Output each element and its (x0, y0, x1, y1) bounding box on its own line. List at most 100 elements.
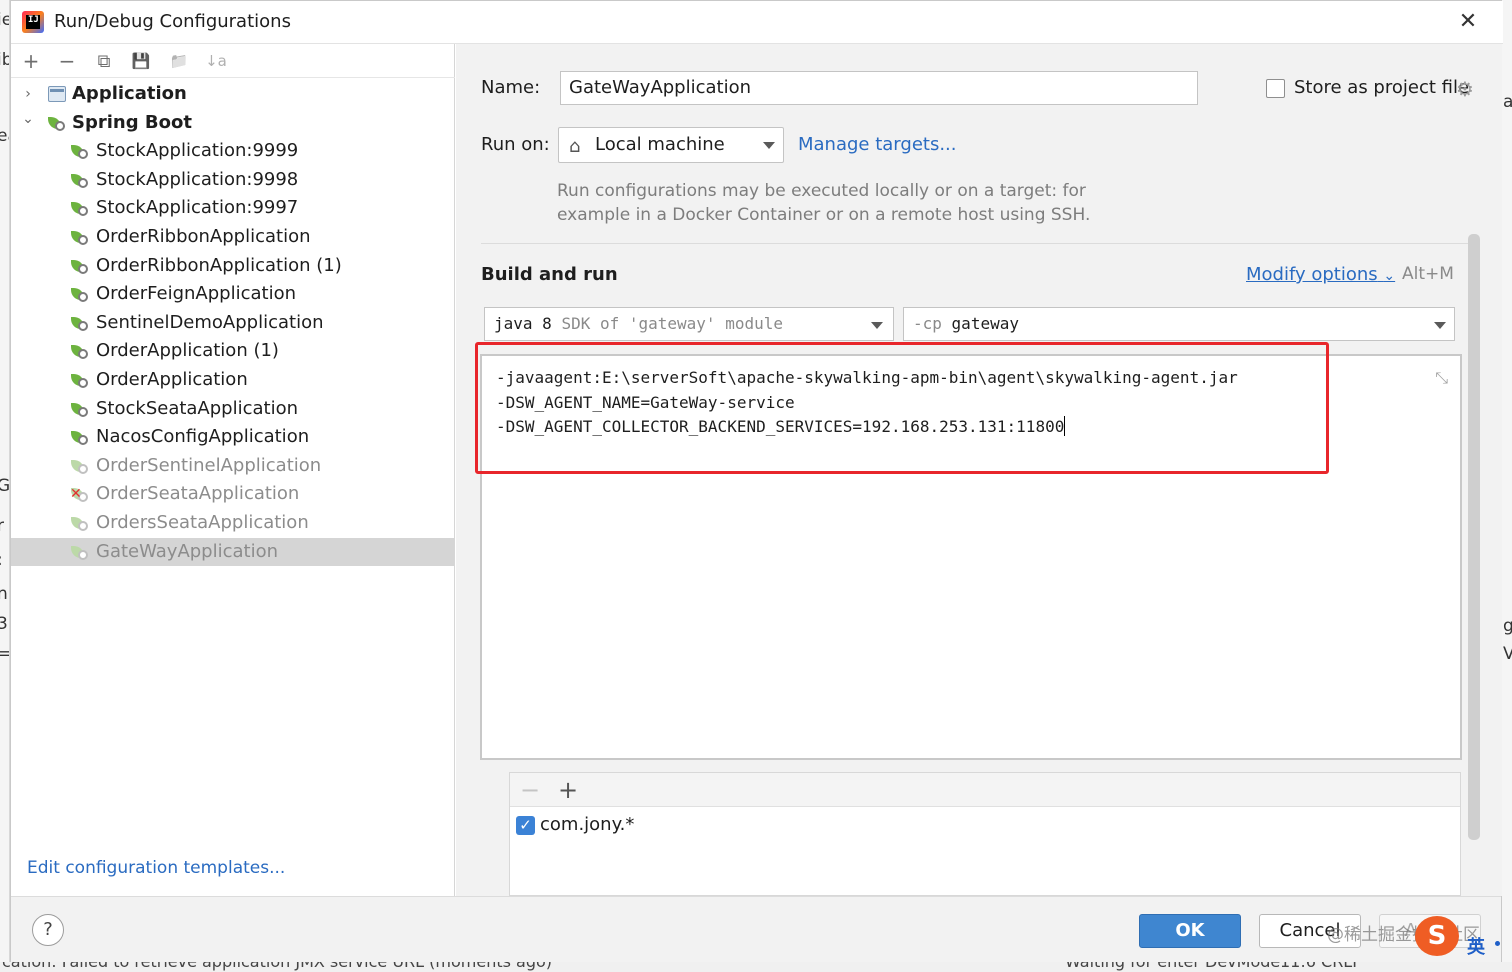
tree-item-label: OrdersSeataApplication (96, 512, 309, 533)
tree-item-nacosconfigapplication[interactable]: NacosConfigApplication (11, 423, 454, 451)
hint-line: example in a Docker Container or on a re… (557, 205, 1091, 225)
sogou-ime-icon[interactable]: S (1415, 916, 1459, 956)
close-button[interactable]: ✕ (1455, 9, 1481, 35)
spring-boot-icon (71, 259, 88, 274)
remove-package-button[interactable]: − (520, 777, 540, 803)
ime-dot-icon (1495, 941, 1500, 946)
chevron-down-icon (1434, 322, 1446, 329)
vm-option-line: -javaagent:E:\serverSoft\apache-skywalki… (496, 368, 1238, 387)
sort-configurations-button[interactable]: ↓a (205, 50, 227, 72)
configuration-tree-pane: + − ⧉ 💾 📁 ↓a › Application ⌄ Spring Boot (11, 44, 455, 896)
spring-boot-icon (71, 201, 88, 217)
build-and-run-title: Build and run (481, 264, 618, 285)
package-label: com.jony.* (540, 814, 635, 835)
background-ide-right: a g V (1502, 0, 1512, 972)
configuration-form: Name: GateWayApplication Store as projec… (456, 44, 1502, 896)
tree-item-label: OrderApplication (96, 369, 248, 390)
copy-configuration-button[interactable]: ⧉ (93, 50, 115, 72)
home-icon: ⌂ (569, 136, 581, 157)
jdk-description: SDK of 'gateway' module (561, 314, 783, 333)
bg-status-text: Waiting for enter DevMode (1065, 962, 1280, 971)
bg-status-text: 11:6 CRLF (1280, 962, 1361, 971)
tree-item-label: OrderFeignApplication (96, 283, 297, 305)
tree-item-label: OrderSentinelApplication (96, 454, 322, 476)
run-on-label: Run on: (481, 134, 550, 155)
vm-option-line: -DSW_AGENT_NAME=GateWay-service (496, 392, 795, 412)
minus-icon: − (58, 49, 76, 73)
save-configuration-button[interactable]: 💾 (130, 50, 152, 72)
collapse-icon[interactable]: ⤡ (1435, 368, 1448, 388)
application-icon (48, 86, 66, 102)
tree-item-stockapplication-9998[interactable]: StockApplication:9998 (11, 166, 454, 194)
tree-item-label: SentinelDemoApplication (96, 311, 324, 333)
spring-boot-icon (71, 144, 88, 160)
dialog-button-bar: ? OK Cancel Apply @稀土掘金技术社区 S 英 (11, 896, 1501, 962)
chevron-down-icon: ⌄ (1383, 268, 1396, 284)
bg-fragment: ea (0, 126, 9, 146)
bg-fragment: g (1503, 616, 1512, 636)
spring-boot-icon (71, 344, 88, 360)
remove-configuration-button[interactable]: − (56, 49, 78, 73)
chevron-down-icon (763, 142, 775, 149)
tree-item-orderapplication-1[interactable]: OrderApplication (1) (11, 337, 454, 365)
chevron-down-icon[interactable]: ⌄ (21, 105, 35, 133)
tree-item-orderribbonapplication-1[interactable]: OrderRibbonApplication (1) (11, 252, 454, 280)
background-status-bar: cation: Failed to retrieve application J… (0, 962, 1512, 972)
tree-group-application[interactable]: › Application (11, 80, 454, 108)
spring-boot-icon: ✕ (70, 486, 88, 503)
tree-item-ordersseataapplication[interactable]: OrdersSeataApplication (11, 509, 454, 537)
intellij-icon: IJ (22, 11, 44, 33)
name-input[interactable]: GateWayApplication (560, 71, 1198, 105)
window-title: Run/Debug Configurations (54, 11, 291, 32)
name-label: Name: (481, 77, 541, 98)
jdk-value: java 8 (494, 314, 552, 333)
bg-fragment: r (0, 516, 4, 536)
add-package-button[interactable]: + (558, 777, 578, 803)
spring-boot-icon (71, 459, 88, 474)
tree-item-orderseataapplication[interactable]: ✕ OrderSeataApplication (11, 480, 454, 508)
tree-group-spring-boot[interactable]: ⌄ Spring Boot (11, 109, 454, 137)
gear-icon[interactable]: ⚙ (1456, 78, 1478, 100)
move-to-folder-button[interactable]: 📁 (168, 50, 190, 72)
spring-boot-icon (71, 230, 88, 245)
tree-item-gatewayapplication[interactable]: GateWayApplication (11, 537, 454, 566)
tree-item-orderribbonapplication[interactable]: OrderRibbonApplication (11, 223, 454, 251)
run-on-select[interactable]: ⌂ Local machine (558, 127, 784, 163)
modify-options-link[interactable]: Modify options ⌄ (1246, 264, 1395, 285)
tree-item-stockseataapplication[interactable]: StockSeataApplication (11, 395, 454, 423)
spring-boot-icon (71, 430, 88, 446)
bg-fragment: a (1503, 92, 1512, 112)
run-debug-dialog: IJ Run/Debug Configurations ✕ + − ⧉ 💾 📁 … (10, 0, 1503, 962)
tree-item-stockapplication-9997[interactable]: StockApplication:9997 (11, 194, 454, 222)
tree-item-orderfeignapplication[interactable]: OrderFeignApplication (11, 280, 454, 308)
bg-fragment: ie (0, 10, 9, 30)
store-as-project-file-label[interactable]: Store as project file (1294, 77, 1469, 98)
tree-item-sentineldemoapplication[interactable]: SentinelDemoApplication (11, 309, 454, 337)
tree-item-stockapplication-9999[interactable]: StockApplication:9999 (11, 137, 454, 165)
tree-item-orderapplication[interactable]: OrderApplication (11, 366, 454, 394)
tree-toolbar: + − ⧉ 💾 📁 ↓a (11, 44, 455, 78)
bg-fragment: = (0, 644, 9, 664)
add-configuration-button[interactable]: + (20, 49, 42, 73)
classpath-select[interactable]: -cp gateway (903, 307, 1455, 341)
vm-options-textarea[interactable]: -javaagent:E:\serverSoft\apache-skywalki… (480, 354, 1462, 760)
ok-button[interactable]: OK (1139, 914, 1241, 948)
tree-group-label: Spring Boot (72, 111, 192, 133)
edit-configuration-templates-link[interactable]: Edit configuration templates... (27, 858, 285, 878)
store-as-project-file-checkbox[interactable] (1266, 79, 1285, 98)
tree-item-label: StockApplication:9998 (96, 168, 299, 190)
manage-targets-link[interactable]: Manage targets... (798, 134, 957, 155)
tree-group-label: Application (72, 83, 187, 104)
ime-mode-label[interactable]: 英 (1467, 933, 1485, 959)
title-bar[interactable]: IJ Run/Debug Configurations ✕ (11, 1, 1503, 44)
tree-item-label: StockApplication:9999 (96, 140, 299, 162)
modify-options-label: Modify options (1246, 264, 1378, 285)
help-button[interactable]: ? (32, 914, 64, 946)
package-checkbox[interactable]: ✓ (516, 816, 535, 835)
run-on-value: Local machine (595, 134, 725, 155)
jdk-select[interactable]: java 8 SDK of 'gateway' module (484, 307, 894, 341)
text-cursor (1064, 416, 1066, 436)
tree-item-ordersentinelapplication[interactable]: OrderSentinelApplication (11, 452, 454, 480)
scrollbar-thumb[interactable] (1468, 234, 1480, 840)
classpath-value: gateway (951, 314, 1019, 333)
